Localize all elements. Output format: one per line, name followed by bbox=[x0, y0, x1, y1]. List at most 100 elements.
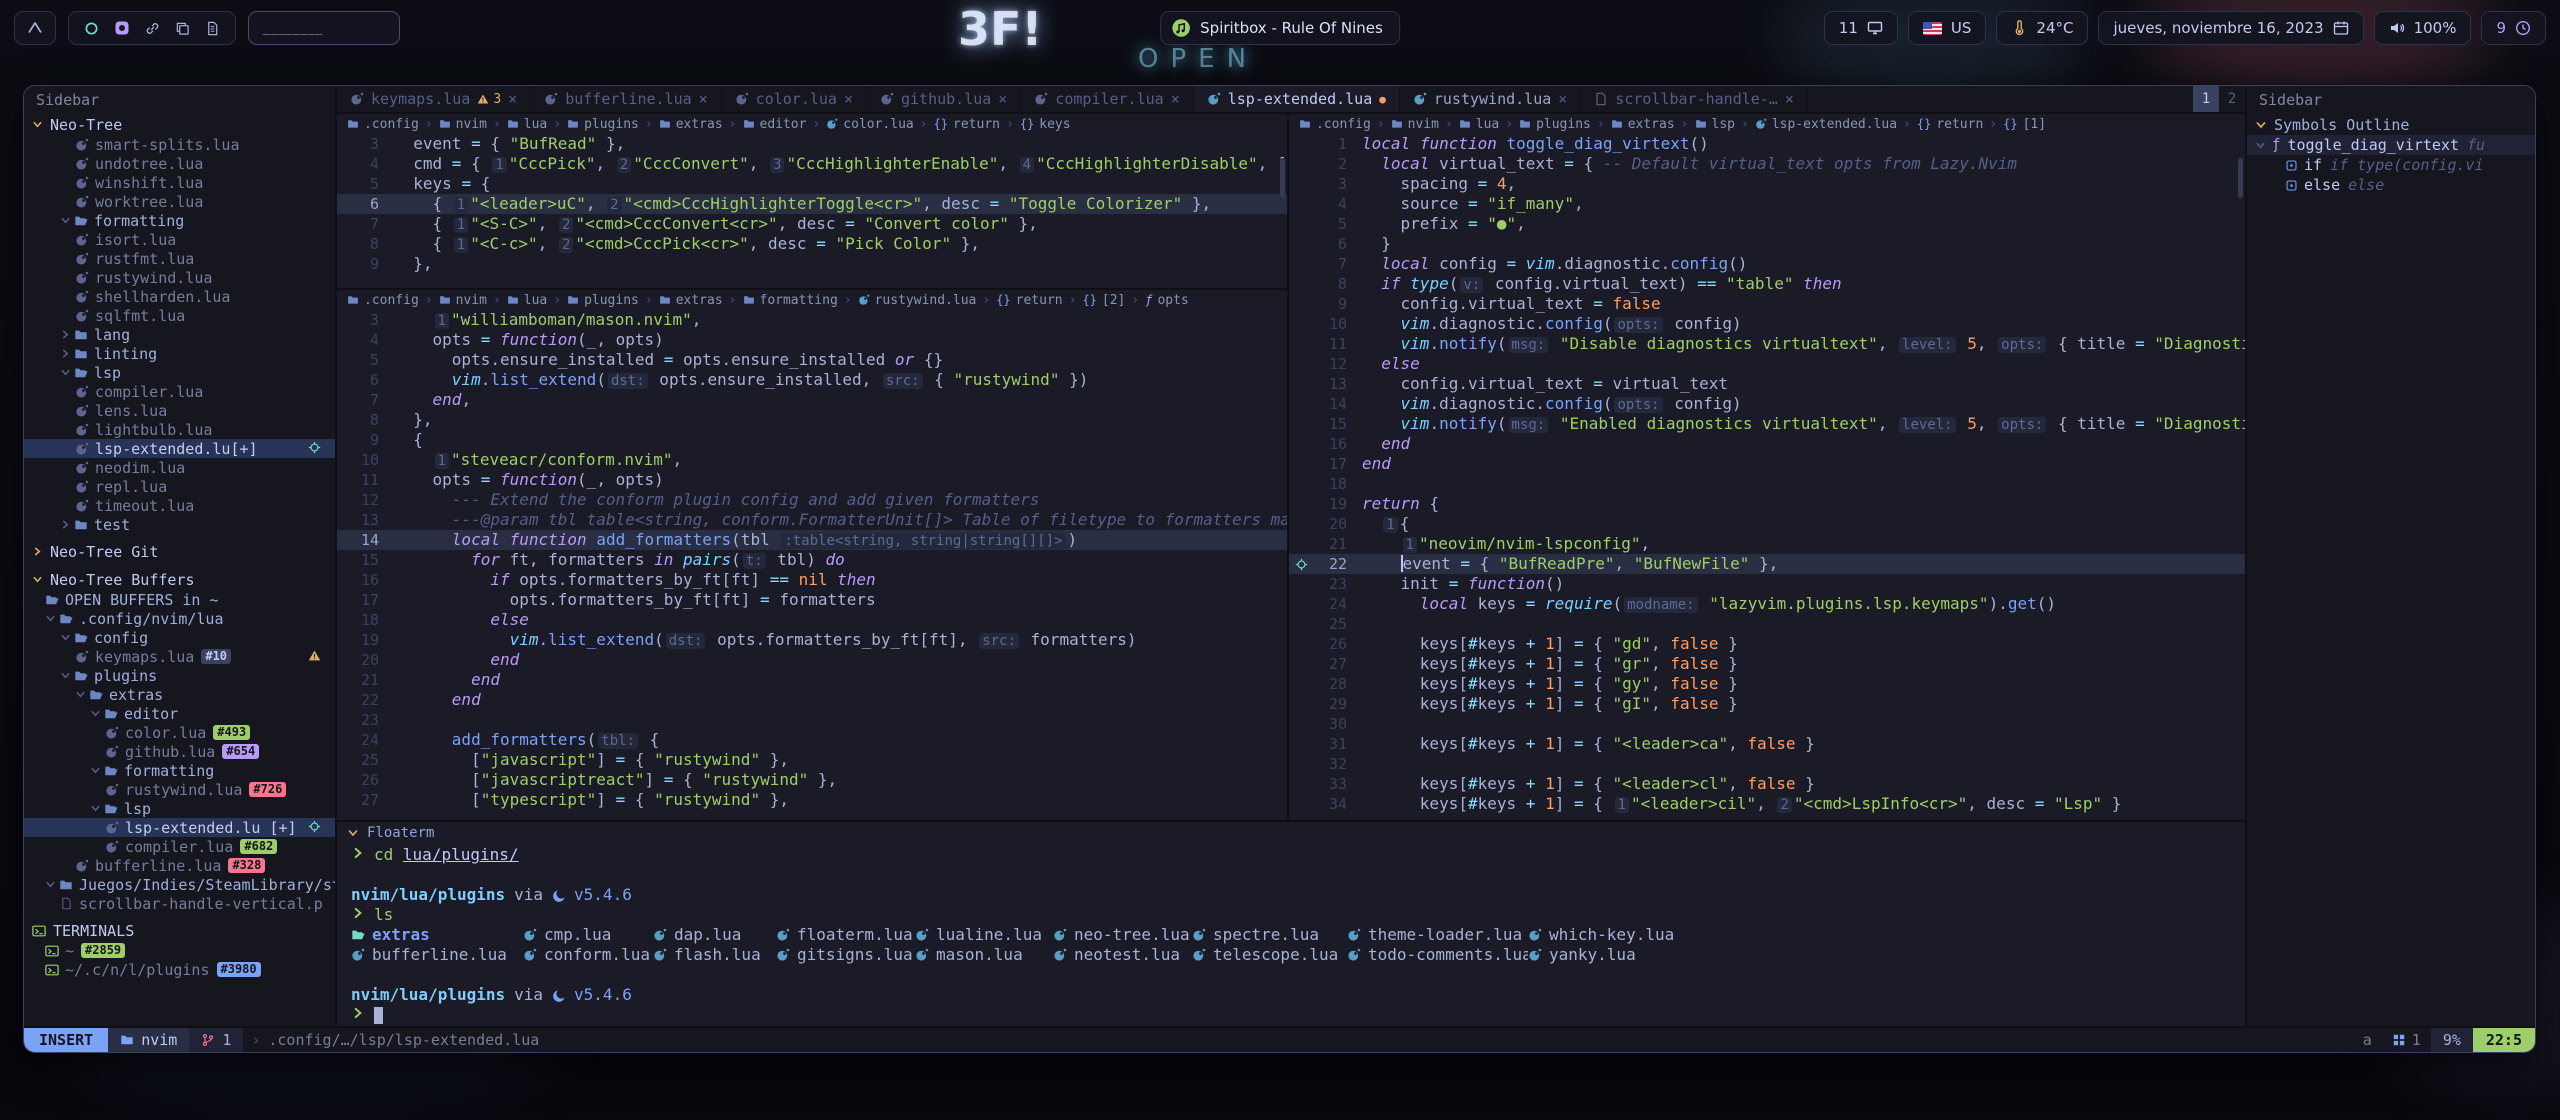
tree-item-neodim-lua[interactable]: neodim.lua bbox=[24, 458, 335, 477]
link-icon[interactable] bbox=[145, 21, 160, 36]
code-line[interactable]: 14 vim.diagnostic.config(opts: config) bbox=[1289, 394, 2245, 414]
tree-item-bufferline-lua[interactable]: bufferline.lua#328 bbox=[24, 856, 335, 875]
code-line[interactable]: 19 vim.list_extend(dst: opts.formatters_… bbox=[337, 630, 1287, 650]
tree-item-keymaps-lua[interactable]: keymaps.lua#10 bbox=[24, 647, 335, 666]
code-line[interactable]: 33 keys[#keys + 1] = { "<leader>cl", fal… bbox=[1289, 774, 2245, 794]
code-line[interactable]: 30 bbox=[1289, 714, 2245, 734]
tree-item-c-n-l-plugins[interactable]: ~/.c/n/l/plugins#3980 bbox=[24, 960, 335, 979]
code-line[interactable]: 16 end bbox=[1289, 434, 2245, 454]
code-line[interactable]: 23 init = function() bbox=[1289, 574, 2245, 594]
close-icon[interactable]: × bbox=[844, 90, 853, 108]
date-module[interactable]: jueves, noviembre 16, 2023 bbox=[2098, 11, 2363, 45]
code-line[interactable]: 25 ["javascript"] = { "rustywind" }, bbox=[337, 750, 1287, 770]
code-line[interactable]: 25 bbox=[1289, 614, 2245, 634]
buffer-tab-lsp-extended-lua[interactable]: lsp-extended.lua● bbox=[1194, 86, 1400, 112]
tree-item-rustywind-lua[interactable]: rustywind.lua bbox=[24, 268, 335, 287]
code-line[interactable]: 23 bbox=[337, 710, 1287, 730]
code-line[interactable]: 6 { 1"<leader>uC", 2"<cmd>CccHighlighter… bbox=[337, 194, 1287, 214]
code-line[interactable]: 7 end, bbox=[337, 390, 1287, 410]
tree-item-linting[interactable]: linting bbox=[24, 344, 335, 363]
close-icon[interactable]: × bbox=[1171, 90, 1180, 108]
tree-item-lightbulb-lua[interactable]: lightbulb.lua bbox=[24, 420, 335, 439]
code-line[interactable]: 26 keys[#keys + 1] = { "gd", false } bbox=[1289, 634, 2245, 654]
tree-item-plugins[interactable]: plugins bbox=[24, 666, 335, 685]
section-header-terminals[interactable]: TERMINALS bbox=[24, 920, 335, 941]
code-area[interactable]: 1local function toggle_diag_virtext()2 l… bbox=[1289, 134, 2245, 820]
editor-pane-rustywind[interactable]: .config›nvim›lua›plugins›extras›formatti… bbox=[337, 290, 1287, 820]
code-line[interactable]: 15 for ft, formatters in pairs(t: tbl) d… bbox=[337, 550, 1287, 570]
tree-item-worktree-lua[interactable]: worktree.lua bbox=[24, 192, 335, 211]
clock-module[interactable]: 9 bbox=[2481, 11, 2546, 45]
tree-item-lsp[interactable]: lsp bbox=[24, 363, 335, 382]
tree-item-color-lua[interactable]: color.lua#493 bbox=[24, 723, 335, 742]
code-line[interactable]: 27 keys[#keys + 1] = { "gr", false } bbox=[1289, 654, 2245, 674]
close-icon[interactable]: × bbox=[1558, 90, 1567, 108]
tree-item-rustywind-lua[interactable]: rustywind.lua#726 bbox=[24, 780, 335, 799]
close-icon[interactable]: × bbox=[998, 90, 1007, 108]
code-line[interactable]: 3 spacing = 4, bbox=[1289, 174, 2245, 194]
buffer-tab-compiler-lua[interactable]: compiler.lua× bbox=[1021, 86, 1193, 112]
code-line[interactable]: 21 1"neovim/nvim-lspconfig", bbox=[1289, 534, 2245, 554]
code-line[interactable]: 7 local config = vim.diagnostic.config() bbox=[1289, 254, 2245, 274]
code-line[interactable]: 22 end bbox=[337, 690, 1287, 710]
launcher-button[interactable] bbox=[14, 11, 56, 45]
code-line[interactable]: 8 }, bbox=[337, 410, 1287, 430]
code-line[interactable]: 9 }, bbox=[337, 254, 1287, 274]
windows-icon[interactable] bbox=[175, 21, 190, 36]
code-line[interactable]: 4 source = "if_many", bbox=[1289, 194, 2245, 214]
buffer-tab-color-lua[interactable]: color.lua× bbox=[722, 86, 867, 112]
tree-item-undotree-lua[interactable]: undotree.lua bbox=[24, 154, 335, 173]
terminal-output[interactable]: cd lua/plugins/ nvim/lua/pluginsviav5.4.… bbox=[337, 844, 2245, 1026]
code-line[interactable]: 34 keys[#keys + 1] = { 1"<leader>cil", 2… bbox=[1289, 794, 2245, 814]
code-line[interactable]: 11 vim.notify(msg: "Disable diagnostics … bbox=[1289, 334, 2245, 354]
code-line[interactable]: 4 cmd = { 1"CccPick", 2"CccConvert", 3"C… bbox=[337, 154, 1287, 174]
code-line[interactable]: 17 opts.formatters_by_ft[ft] = formatter… bbox=[337, 590, 1287, 610]
workspace-active-icon[interactable] bbox=[114, 20, 130, 36]
code-line[interactable]: 10 1"steveacr/conform.nvim", bbox=[337, 450, 1287, 470]
tabpage-2[interactable]: 2 bbox=[2219, 86, 2245, 112]
tree-item-repl-lua[interactable]: repl.lua bbox=[24, 477, 335, 496]
code-line[interactable]: 6 } bbox=[1289, 234, 2245, 254]
tree-item-compiler-lua[interactable]: compiler.lua bbox=[24, 382, 335, 401]
tree-item-formatting[interactable]: formatting bbox=[24, 761, 335, 780]
tree-item-formatting[interactable]: formatting bbox=[24, 211, 335, 230]
code-line[interactable]: 17end bbox=[1289, 454, 2245, 474]
tree-item-open-buffers-in[interactable]: OPEN BUFFERS in ~ bbox=[24, 590, 335, 609]
tree-item-lang[interactable]: lang bbox=[24, 325, 335, 344]
section-header-neo-tree-git[interactable]: Neo-Tree Git bbox=[24, 541, 335, 562]
tree-item-lsp-extended-lu[interactable]: lsp-extended.lu [+] bbox=[24, 818, 335, 837]
code-line[interactable]: 8 { 1"<C-c>", 2"<cmd>CccPick<cr>", desc … bbox=[337, 234, 1287, 254]
buffer-tab-keymaps-lua[interactable]: keymaps.lua3× bbox=[337, 86, 531, 112]
code-line[interactable]: 9 { bbox=[337, 430, 1287, 450]
floaterm-panel[interactable]: Floaterm cd lua/plugins/ nvim/lua/plugin… bbox=[337, 820, 2245, 1026]
code-line[interactable]: 4 opts = function(_, opts) bbox=[337, 330, 1287, 350]
code-line[interactable]: 1local function toggle_diag_virtext() bbox=[1289, 134, 2245, 154]
code-line[interactable]: 24 add_formatters(tbl: { bbox=[337, 730, 1287, 750]
scrollbar-handle[interactable] bbox=[1280, 158, 1285, 198]
tree-item-config-nvim-lua[interactable]: .config/nvim/lua bbox=[24, 609, 335, 628]
editor-pane-lsp-extended[interactable]: .config›nvim›lua›plugins›extras›lsp›lsp-… bbox=[1289, 114, 2245, 820]
section-header-neo-tree[interactable]: Neo-Tree bbox=[24, 114, 335, 135]
code-line[interactable]: 20 end bbox=[337, 650, 1287, 670]
code-line[interactable]: 21 end bbox=[337, 670, 1287, 690]
tabpage-1[interactable]: 1 bbox=[2193, 86, 2219, 112]
close-icon[interactable]: × bbox=[699, 90, 708, 108]
outline-section-header[interactable]: Symbols Outline bbox=[2247, 114, 2535, 135]
code-line[interactable]: 15 vim.notify(msg: "Enabled diagnostics … bbox=[1289, 414, 2245, 434]
code-line[interactable]: 9 config.virtual_text = false bbox=[1289, 294, 2245, 314]
code-line[interactable]: 19return { bbox=[1289, 494, 2245, 514]
code-line[interactable]: 5 opts.ensure_installed = opts.ensure_in… bbox=[337, 350, 1287, 370]
code-area[interactable]: 3 1"williamboman/mason.nvim",4 opts = fu… bbox=[337, 310, 1287, 820]
tree-item-lens-lua[interactable]: lens.lua bbox=[24, 401, 335, 420]
tree-item-test[interactable]: test bbox=[24, 515, 335, 534]
collapse-icon[interactable] bbox=[347, 827, 359, 839]
code-line[interactable]: 24 local keys = require(modname: "lazyvi… bbox=[1289, 594, 2245, 614]
record-icon[interactable] bbox=[84, 21, 99, 36]
volume-module[interactable]: 100% bbox=[2374, 11, 2472, 45]
code-line[interactable]: 14 local function add_formatters(tbl :ta… bbox=[337, 530, 1287, 550]
code-line[interactable]: 20 1{ bbox=[1289, 514, 2245, 534]
code-line[interactable]: 12 else bbox=[1289, 354, 2245, 374]
tree-item-scrollbar-handle-vertical-p[interactable]: scrollbar-handle-vertical.p bbox=[24, 894, 335, 913]
code-line[interactable]: 13 config.virtual_text = virtual_text bbox=[1289, 374, 2245, 394]
outline-item-else[interactable]: elseelse bbox=[2247, 175, 2535, 195]
